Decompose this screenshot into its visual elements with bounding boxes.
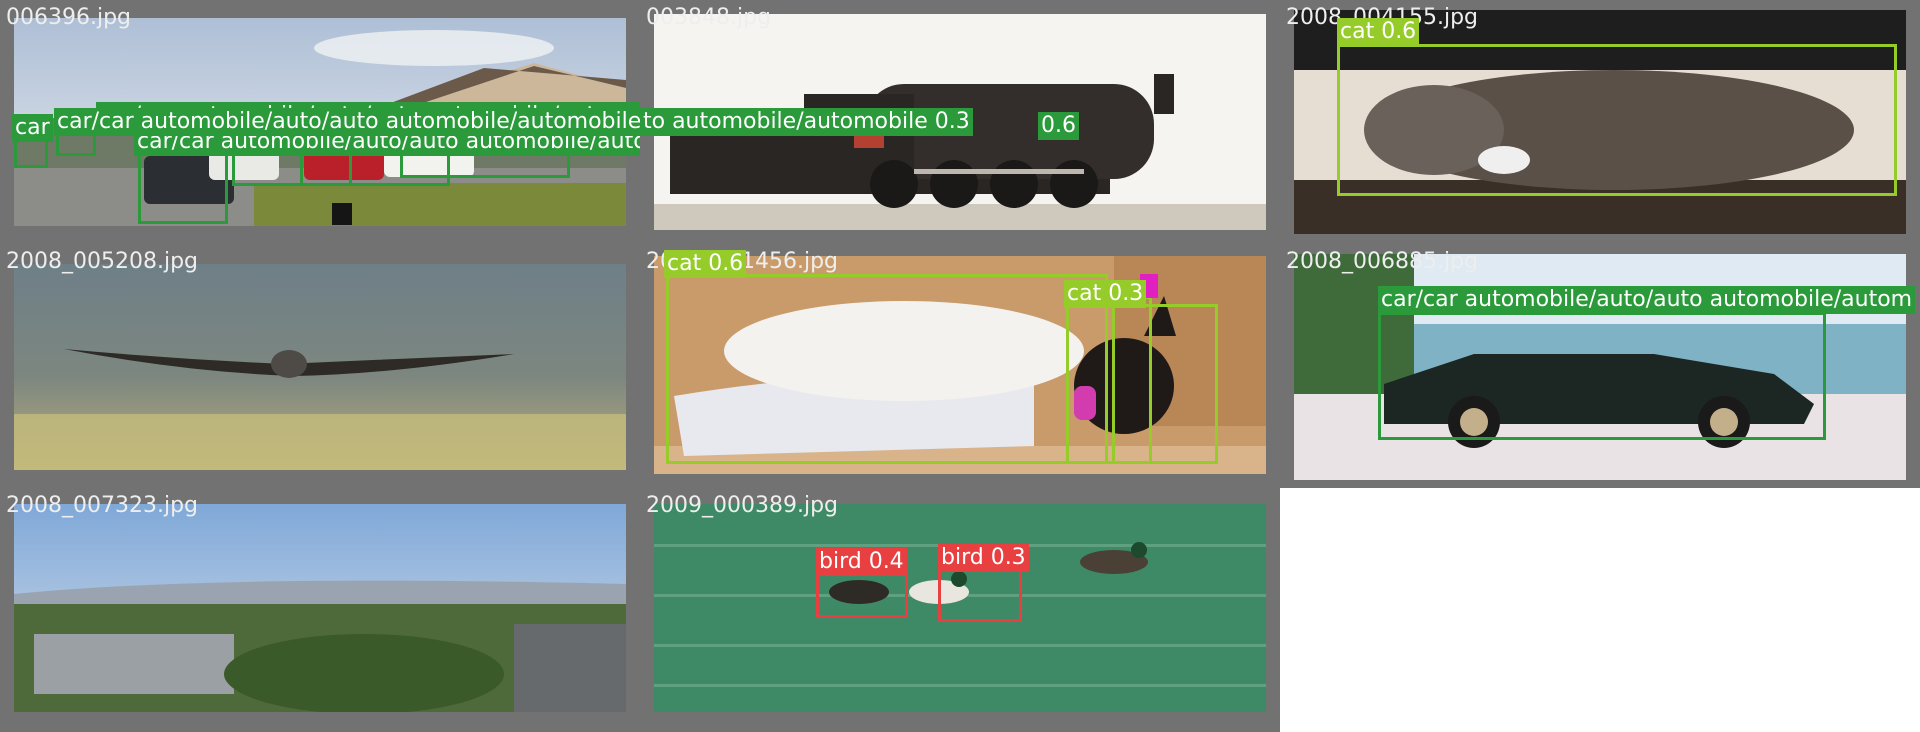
image-filename: 003848.jpg: [646, 5, 772, 30]
result-tile: 003848.jpg to automobile/automobile 0.3 …: [640, 0, 1280, 244]
result-tile: 2008_004155.jpg cat 0.6: [1280, 0, 1920, 244]
detection-label: cat 0.6: [664, 250, 747, 278]
photo-bird-flight: [14, 264, 626, 470]
bounding-box: [938, 568, 1022, 622]
photo: [14, 504, 626, 712]
detection-label: bird 0.4: [816, 548, 907, 576]
detection-label: to automobile/automobile 0.3: [640, 108, 973, 136]
result-tile: 2009_000389.jpg bird 0.4 bird 0.3: [640, 488, 1280, 732]
photo: [14, 264, 626, 470]
detection-label: cat 0.3: [1064, 280, 1147, 308]
detection-label: car: [12, 114, 53, 142]
result-tile: 006396.jpg car/car automobile/auto/auto …: [0, 0, 640, 244]
bounding-box: [1337, 44, 1897, 196]
detection-label: bird 0.3: [938, 544, 1029, 572]
result-tile: 2008_007323.jpg: [0, 488, 640, 732]
result-tile: 2008_005208.jpg: [0, 244, 640, 488]
detection-results-grid: 006396.jpg car/car automobile/auto/auto …: [0, 0, 1920, 732]
detection-label: 0.6: [1038, 112, 1079, 140]
photo-landscape: [14, 504, 626, 712]
bounding-box: [1112, 304, 1218, 464]
detection-label: car/car automobile/auto/auto automobile/…: [1378, 286, 1916, 314]
detection-label: cat 0.6: [1337, 18, 1420, 46]
image-filename: 2008_005208.jpg: [6, 249, 199, 274]
bounding-box: [1378, 312, 1826, 440]
bounding-box: [138, 150, 228, 224]
bounding-box: [816, 572, 908, 618]
image-filename: 2008_006885.jpg: [1286, 249, 1479, 274]
result-tile: 2008_001456.jpg cat 0.6 cat 0.3: [640, 244, 1280, 488]
image-filename: 2009_000389.jpg: [646, 493, 839, 518]
detection-label: car/car automobile/auto/auto automobile/…: [54, 108, 640, 136]
image-filename: 006396.jpg: [6, 5, 132, 30]
result-tile: 2008_006885.jpg car/car automobile/auto/…: [1280, 244, 1920, 488]
bounding-box: [666, 274, 1108, 464]
image-filename: 2008_007323.jpg: [6, 493, 199, 518]
